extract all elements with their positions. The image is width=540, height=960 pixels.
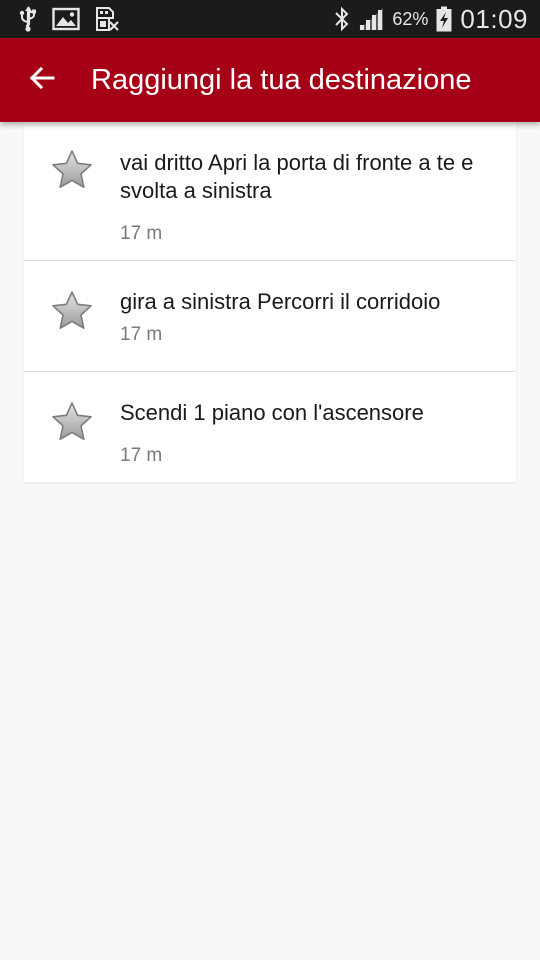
step-instruction: vai dritto Apri la porta di fronte a te … — [120, 150, 474, 203]
step-instruction: Scendi 1 piano con l'ascensore — [120, 400, 424, 425]
status-bar-left — [18, 0, 120, 38]
battery-percent: 62% — [392, 8, 429, 29]
list-item[interactable]: vai dritto Apri la porta di fronte a te … — [24, 122, 516, 261]
back-button[interactable] — [22, 60, 62, 100]
status-bar-right: 62% 01:09 — [334, 0, 528, 38]
sim-off-icon — [94, 6, 120, 32]
list-item[interactable]: Scendi 1 piano con l'ascensore 17 m — [24, 372, 516, 482]
image-icon — [52, 7, 80, 31]
list-item[interactable]: gira a sinistra Percorri il corridoio 17… — [24, 261, 516, 372]
arrow-back-icon — [28, 64, 56, 97]
status-bar: 62% 01:09 — [0, 0, 540, 38]
step-instruction: gira a sinistra Percorri il corridoio — [120, 289, 441, 314]
route-steps-list: vai dritto Apri la porta di fronte a te … — [24, 122, 516, 482]
battery-charging-icon — [436, 6, 452, 32]
step-distance: 17 m — [120, 324, 163, 345]
star-icon[interactable] — [50, 400, 94, 444]
star-icon[interactable] — [50, 289, 94, 333]
step-distance: 17 m — [120, 223, 163, 244]
clock: 01:09 — [460, 3, 528, 34]
signal-icon — [358, 7, 384, 31]
page-title: Raggiungi la tua destinazione — [91, 64, 472, 96]
star-icon[interactable] — [50, 148, 94, 192]
bluetooth-icon — [334, 6, 350, 32]
step-distance: 17 m — [120, 445, 163, 466]
usb-icon — [18, 6, 38, 32]
app-bar: Raggiungi la tua destinazione — [0, 38, 540, 122]
